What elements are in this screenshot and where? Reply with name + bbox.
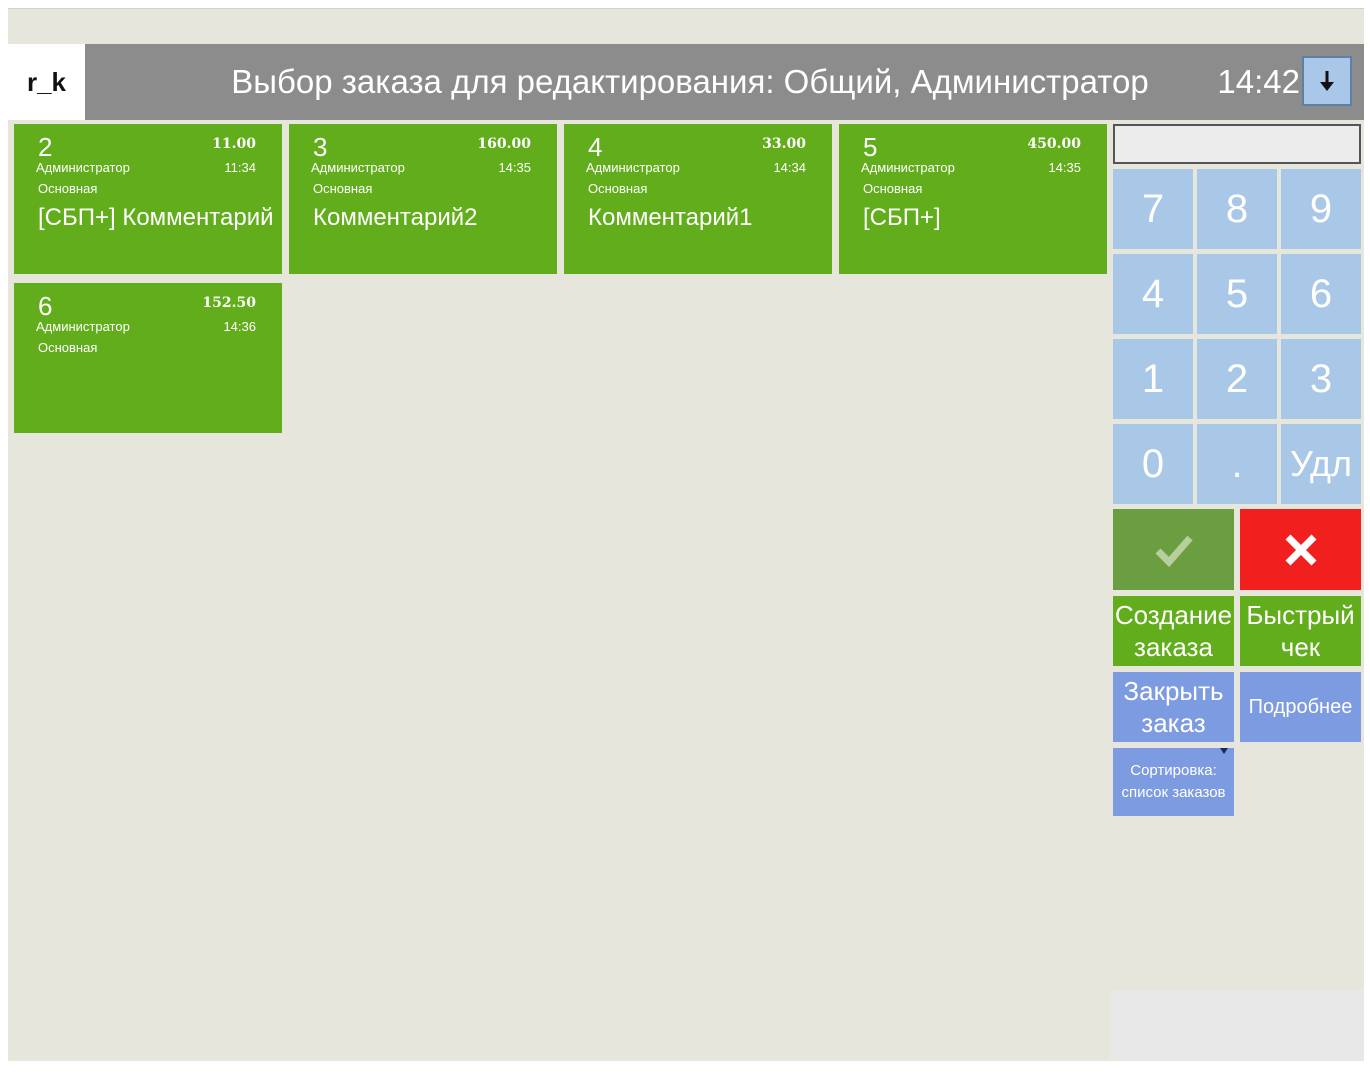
key-5[interactable]: 5: [1197, 254, 1277, 334]
key-7[interactable]: 7: [1113, 169, 1193, 249]
create-order-label: Создание заказа: [1115, 599, 1232, 663]
close-order-line2: заказ: [1141, 708, 1206, 738]
order-number: 5: [863, 132, 878, 162]
order-sum: 160.00: [477, 136, 531, 152]
order-number: 2: [38, 132, 53, 162]
order-time: 14:36: [223, 319, 256, 334]
sort-button[interactable]: Сортировка: список заказов: [1113, 748, 1234, 816]
details-button[interactable]: Подробнее: [1240, 672, 1361, 742]
key-1[interactable]: 1: [1113, 339, 1193, 419]
order-comment: [СБП+]: [863, 204, 941, 231]
create-order-line2: заказа: [1134, 632, 1213, 662]
order-number: 4: [588, 132, 603, 162]
key-dot[interactable]: .: [1197, 424, 1277, 504]
order-card[interactable]: 5 450.00 Администратор 14:35 Основная [С…: [839, 124, 1107, 274]
order-hall: Основная: [863, 181, 923, 196]
number-input[interactable]: [1113, 124, 1361, 164]
close-order-label: Закрыть заказ: [1123, 675, 1223, 739]
key-9[interactable]: 9: [1281, 169, 1361, 249]
app-logo: r_k: [8, 44, 85, 120]
order-card[interactable]: 2 11.00 Администратор 11:34 Основная [СБ…: [14, 124, 282, 274]
order-time: 14:35: [1048, 160, 1081, 175]
order-comment: Комментарий1: [588, 204, 753, 231]
key-8[interactable]: 8: [1197, 169, 1277, 249]
create-order-button[interactable]: Создание заказа: [1113, 596, 1234, 666]
order-sum: 152.50: [202, 295, 256, 311]
sort-label: Сортировка: список заказов: [1121, 760, 1225, 804]
order-hall: Основная: [588, 181, 648, 196]
status-panel: [1110, 990, 1364, 1060]
check-icon: [1155, 535, 1193, 567]
quick-check-button[interactable]: Быстрый чек: [1240, 596, 1361, 666]
order-comment: Комментарий2: [313, 204, 478, 231]
order-user: Администратор: [861, 160, 955, 175]
order-hall: Основная: [38, 340, 98, 355]
order-comment: [СБП+] Комментарий: [38, 204, 274, 231]
order-sum: 11.00: [212, 136, 256, 152]
clock: 14:42: [1217, 63, 1300, 100]
create-order-line1: Создание: [1114, 600, 1233, 630]
order-hall: Основная: [38, 181, 98, 196]
close-order-button[interactable]: Закрыть заказ: [1113, 672, 1234, 742]
quick-check-line1: Быстрый: [1246, 600, 1355, 630]
order-card[interactable]: 4 33.00 Администратор 14:34 Основная Ком…: [564, 124, 832, 274]
order-time: 14:35: [498, 160, 531, 175]
order-sum: 33.00: [762, 136, 806, 152]
cancel-button[interactable]: [1240, 509, 1361, 590]
confirm-button[interactable]: [1113, 509, 1234, 590]
quick-check-line2: чек: [1280, 632, 1321, 662]
key-4[interactable]: 4: [1113, 254, 1193, 334]
key-delete[interactable]: Удл: [1281, 424, 1361, 504]
order-time: 14:34: [773, 160, 806, 175]
order-time: 11:34: [224, 160, 256, 175]
order-user: Администратор: [586, 160, 680, 175]
scroll-down-button[interactable]: [1302, 56, 1352, 106]
order-sum: 450.00: [1027, 136, 1081, 152]
sort-line2: список заказов: [1121, 784, 1226, 801]
page-title: Выбор заказа для редактирования: Общий, …: [231, 63, 1149, 100]
key-3[interactable]: 3: [1281, 339, 1361, 419]
key-2[interactable]: 2: [1197, 339, 1277, 419]
quick-check-label: Быстрый чек: [1246, 599, 1354, 663]
arrow-down-icon: [1320, 71, 1334, 91]
order-number: 3: [313, 132, 328, 162]
order-number: 6: [38, 291, 53, 321]
key-0[interactable]: 0: [1113, 424, 1193, 504]
key-6[interactable]: 6: [1281, 254, 1361, 334]
sort-line1: Сортировка:: [1130, 762, 1217, 779]
dropdown-marker-icon: [1220, 748, 1228, 754]
order-user: Администратор: [311, 160, 405, 175]
order-card[interactable]: 6 152.50 Администратор 14:36 Основная: [14, 283, 282, 433]
close-order-line1: Закрыть: [1123, 676, 1224, 706]
order-user: Администратор: [36, 160, 130, 175]
order-user: Администратор: [36, 319, 130, 334]
order-card[interactable]: 3 160.00 Администратор 14:35 Основная Ко…: [289, 124, 557, 274]
close-icon: [1285, 534, 1316, 565]
order-hall: Основная: [313, 181, 373, 196]
